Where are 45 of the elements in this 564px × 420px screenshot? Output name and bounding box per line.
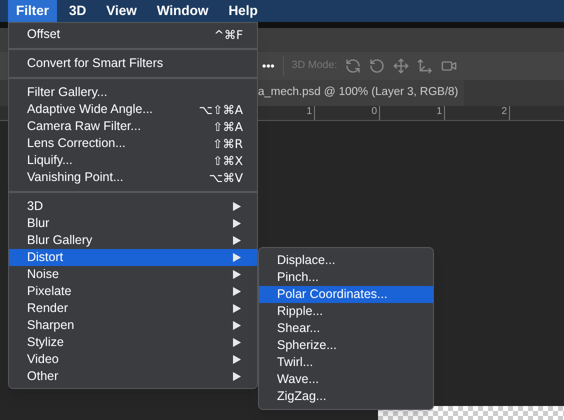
- menu-item[interactable]: Video: [9, 351, 257, 368]
- ruler-label: 2: [501, 106, 507, 118]
- shortcut-label: ^⌘F: [214, 26, 243, 44]
- ruler-label: 1: [436, 106, 442, 118]
- menu-item[interactable]: Pinch...: [259, 269, 433, 286]
- menu-item[interactable]: Spherize...: [259, 337, 433, 354]
- move-icon[interactable]: [393, 58, 410, 74]
- menu-item[interactable]: Stylize: [9, 334, 257, 351]
- ruler-label: 0: [371, 106, 377, 118]
- menu-item[interactable]: Liquify... ⇧⌘X: [9, 152, 257, 169]
- menu-bar-item[interactable]: View: [98, 0, 145, 22]
- menu-item[interactable]: ZigZag...: [259, 388, 433, 405]
- menu-item[interactable]: Other: [9, 368, 257, 385]
- menu-item[interactable]: 3D: [9, 198, 257, 215]
- shortcut-label: ⇧⌘R: [212, 136, 243, 152]
- menu-bar-item[interactable]: 3D: [61, 0, 94, 22]
- menu-item[interactable]: Lens Correction... ⇧⌘R: [9, 135, 257, 152]
- orbit-icon[interactable]: [345, 58, 362, 74]
- menu-item[interactable]: Displace...: [259, 252, 433, 269]
- menu-item[interactable]: Sharpen: [9, 317, 257, 334]
- menu-item[interactable]: Wave...: [259, 371, 433, 388]
- more-button[interactable]: •••: [262, 57, 275, 75]
- shortcut-label: ⇧⌘X: [212, 152, 243, 170]
- menu-item[interactable]: Vanishing Point... ⌥⌘V: [9, 169, 257, 186]
- menu-item[interactable]: Shear...: [259, 320, 433, 337]
- menu-item[interactable]: Blur Gallery: [9, 232, 257, 249]
- menu-item[interactable]: Polar Coordinates...: [259, 286, 433, 303]
- menu-item[interactable]: Noise: [9, 266, 257, 283]
- shortcut-label: ⌥⇧⌘A: [198, 102, 243, 118]
- menu-item[interactable]: Twirl...: [259, 354, 433, 371]
- menu-item[interactable]: Render: [9, 300, 257, 317]
- menu-bar-item[interactable]: Window: [148, 0, 216, 22]
- menu-item[interactable]: Distort: [9, 249, 257, 266]
- ruler-label: 1: [306, 106, 312, 118]
- menu-bar-item[interactable]: Filter: [8, 0, 58, 22]
- menu-item[interactable]: Camera Raw Filter... ⇧⌘A: [9, 118, 257, 135]
- menu-item[interactable]: Ripple...: [259, 303, 433, 320]
- shortcut-label: ⇧⌘A: [212, 118, 243, 136]
- menu-item[interactable]: Pixelate: [9, 283, 257, 300]
- menu-item[interactable]: Offset ^⌘F: [9, 26, 257, 43]
- menu-item[interactable]: Blur: [9, 215, 257, 232]
- menu-bar-item[interactable]: Help: [220, 0, 266, 22]
- menu-item[interactable]: Convert for Smart Filters: [9, 55, 257, 72]
- shortcut-label: ⌥⌘V: [208, 170, 243, 186]
- rotate-icon[interactable]: [369, 58, 386, 74]
